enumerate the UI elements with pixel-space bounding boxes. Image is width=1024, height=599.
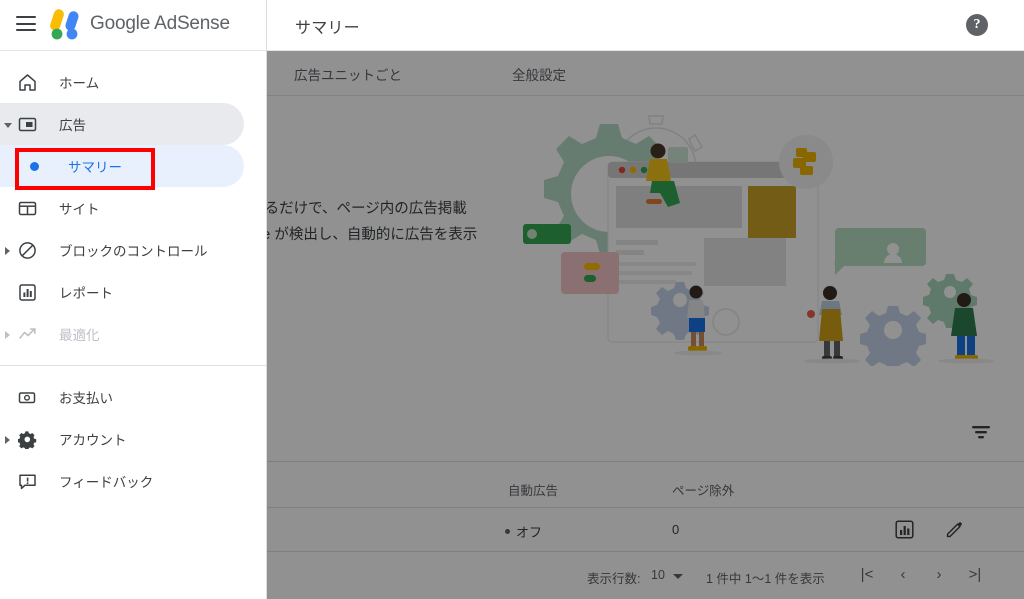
sidebar-item-summary[interactable]: サマリー [0,145,244,187]
filter-funnel-icon[interactable] [971,424,991,442]
hamburger-menu-icon[interactable] [16,16,36,31]
cell-auto-ads-status: オフ [505,522,542,541]
status-dot-icon [505,529,510,534]
sidebar-item-label: ブロックのコントロール [59,244,208,259]
feedback-icon [16,470,38,492]
first-page-button[interactable]: |< [855,563,879,587]
sidebar-item-label: 広告 [59,118,86,133]
sidebar-item-ads[interactable]: 広告 [0,103,244,145]
help-icon-glyph: ? [966,14,988,36]
chevron-right-icon[interactable] [5,436,10,444]
ads-rectangle-icon [16,113,38,135]
optimization-trending-up-icon [16,323,38,345]
adsense-summary-screen: サマリー ? 自動広告 広告ユニットごと 全般設定 コードを 1 つ貼り付けるだ… [0,0,1024,599]
rows-per-page-label: 表示行数: [587,572,641,586]
column-header-auto-ads[interactable]: 自動広告 [508,480,558,499]
sites-grid-icon [16,197,38,219]
chevron-right-icon[interactable] [5,247,10,255]
sidebar-item-reports[interactable]: レポート [0,271,244,313]
tab-general-settings[interactable]: 全般設定 [512,64,566,84]
next-page-button[interactable]: › [927,563,951,587]
sidebar-item-optimization[interactable]: 最適化 [0,313,244,355]
sidebar-item-label: 最適化 [59,328,100,343]
sidebar-item-label: レポート [59,286,113,301]
pencil-edit-icon[interactable] [945,520,964,539]
sidebar-nav: ホーム 広告 サマリー サイト ブロックのコントロール レポート 最適化 お支払… [0,51,266,502]
sidebar-item-label: フィードバック [59,475,154,490]
sidebar-item-label: サマリー [68,160,122,175]
cell-page-exclusions: 0 [672,522,680,537]
sidebar-item-payments[interactable]: お支払い [0,376,244,418]
chevron-right-icon[interactable] [5,331,10,339]
tab-by-ad-unit[interactable]: 広告ユニットごと [294,64,402,84]
brand-name: Google AdSense [90,13,230,34]
sidebar-divider [0,365,266,366]
previous-page-button[interactable]: ‹ [891,563,915,587]
bar-chart-icon[interactable] [895,520,914,539]
page-title: サマリー [295,20,360,37]
sidebar-item-feedback[interactable]: フィードバック [0,460,244,502]
payments-money-icon [16,386,38,408]
google-adsense-logo [48,8,84,42]
sidebar-item-label: アカウント [59,433,127,448]
pagination-range-text: 1 件中 1〜1 件を表示 [706,572,825,586]
rows-per-page-select[interactable]: 10 [651,568,665,582]
bullet-dot-icon [30,161,39,171]
sidebar-item-label: サイト [59,202,100,217]
sidebar-item-blocking-controls[interactable]: ブロックのコントロール [0,229,244,271]
home-icon [16,71,38,93]
chevron-down-icon[interactable] [4,123,12,128]
block-circle-slash-icon [16,239,38,261]
reports-bar-chart-icon [16,281,38,303]
sidebar-item-account[interactable]: アカウント [0,418,244,460]
sidebar-item-sites[interactable]: サイト [0,187,244,229]
auto-ads-illustration [480,106,1000,366]
navigation-drawer: Google AdSense ホーム 広告 サマリー サイト ブロックのコントロ… [0,0,267,599]
drawer-header: Google AdSense [0,0,266,51]
account-gear-icon [16,428,38,450]
sidebar-item-home[interactable]: ホーム [0,61,244,103]
column-header-page-exclusions[interactable]: ページ除外 [672,480,734,499]
sidebar-item-label: ホーム [59,76,100,91]
cell-auto-ads-status-label: オフ [516,525,543,540]
last-page-button[interactable]: >| [963,563,987,587]
help-icon[interactable]: ? [966,14,988,36]
sidebar-item-label: お支払い [59,391,113,406]
chevron-down-icon[interactable] [673,574,683,579]
